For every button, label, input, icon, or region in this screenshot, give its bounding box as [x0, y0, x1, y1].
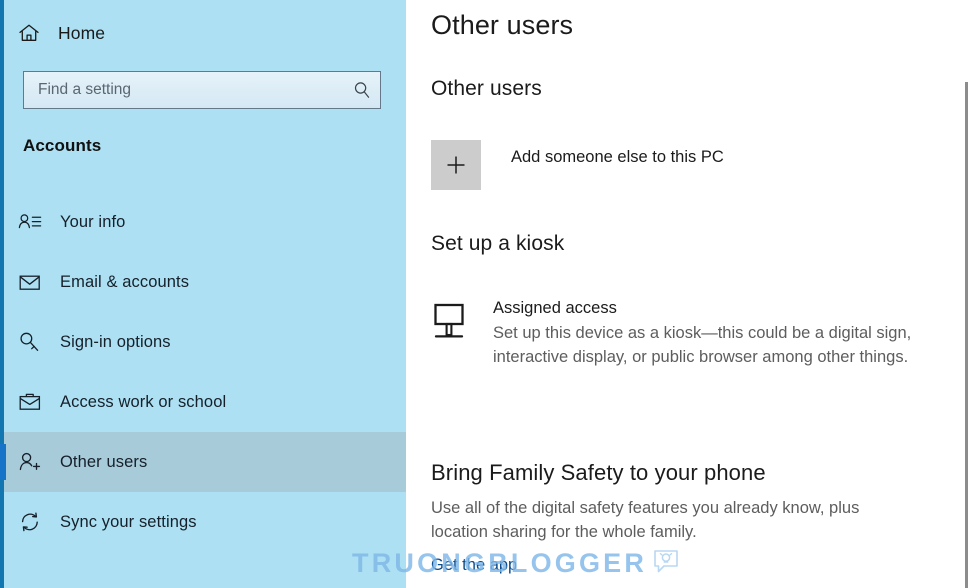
- sidebar-item-sync-settings-label: Sync your settings: [60, 512, 197, 531]
- assigned-access-description: Set up this device as a kiosk—this could…: [493, 323, 912, 366]
- family-safety-description: Use all of the digital safety features y…: [431, 499, 860, 542]
- sidebar-nav-list: Your info Email & accounts Sign-in optio…: [0, 192, 406, 552]
- sidebar-item-home-label: Home: [58, 22, 106, 43]
- add-someone-else-label: Add someone else to this PC: [511, 148, 724, 166]
- sidebar-item-signin-options[interactable]: Sign-in options: [0, 312, 406, 372]
- section-heading-other-users: Other users: [431, 77, 542, 100]
- sidebar-item-sync-settings[interactable]: Sync your settings: [0, 492, 406, 552]
- sidebar-item-other-users-label: Other users: [60, 452, 148, 471]
- get-the-app-link[interactable]: Get the app: [431, 556, 517, 575]
- sync-icon: [18, 509, 48, 535]
- key-icon: [18, 329, 48, 355]
- assigned-access-item[interactable]: Assigned access Set up this device as a …: [431, 298, 946, 369]
- search-box[interactable]: [23, 71, 381, 109]
- assigned-access-title: Assigned access: [493, 299, 617, 317]
- window-left-accent-strip: [0, 0, 4, 588]
- sidebar-item-email-accounts-label: Email & accounts: [60, 272, 190, 291]
- page-title: Other users: [431, 10, 574, 40]
- section-heading-family-safety: Bring Family Safety to your phone: [431, 460, 766, 485]
- assigned-access-text-block: Assigned access Set up this device as a …: [493, 298, 946, 369]
- search-input[interactable]: [24, 71, 344, 109]
- sidebar-item-signin-options-label: Sign-in options: [60, 332, 171, 351]
- home-icon: [18, 21, 48, 45]
- sidebar-item-your-info[interactable]: Your info: [0, 192, 406, 252]
- user-card-icon: [18, 209, 48, 235]
- kiosk-display-icon: [431, 298, 477, 347]
- sidebar-group-title: Accounts: [23, 136, 102, 155]
- sidebar-item-access-work-school[interactable]: Access work or school: [0, 372, 406, 432]
- settings-content-pane: Other users Other users Add someone else…: [406, 0, 975, 588]
- sidebar-item-your-info-label: Your info: [60, 212, 126, 231]
- sidebar-item-access-work-school-label: Access work or school: [60, 392, 227, 411]
- add-someone-else-button[interactable]: Add someone else to this PC: [431, 140, 724, 190]
- search-icon[interactable]: [344, 72, 380, 108]
- sidebar-item-other-users[interactable]: Other users: [0, 432, 406, 492]
- briefcase-icon: [18, 389, 48, 415]
- envelope-icon: [18, 269, 48, 295]
- settings-sidebar: Home Accounts: [0, 0, 406, 588]
- plus-icon: [431, 140, 481, 190]
- section-heading-set-up-kiosk: Set up a kiosk: [431, 232, 565, 255]
- content-scrollbar[interactable]: [965, 82, 968, 588]
- sidebar-item-email-accounts[interactable]: Email & accounts: [0, 252, 406, 312]
- settings-window: Home Accounts: [0, 0, 975, 588]
- add-user-icon: [18, 449, 48, 475]
- sidebar-item-home[interactable]: Home: [0, 12, 406, 54]
